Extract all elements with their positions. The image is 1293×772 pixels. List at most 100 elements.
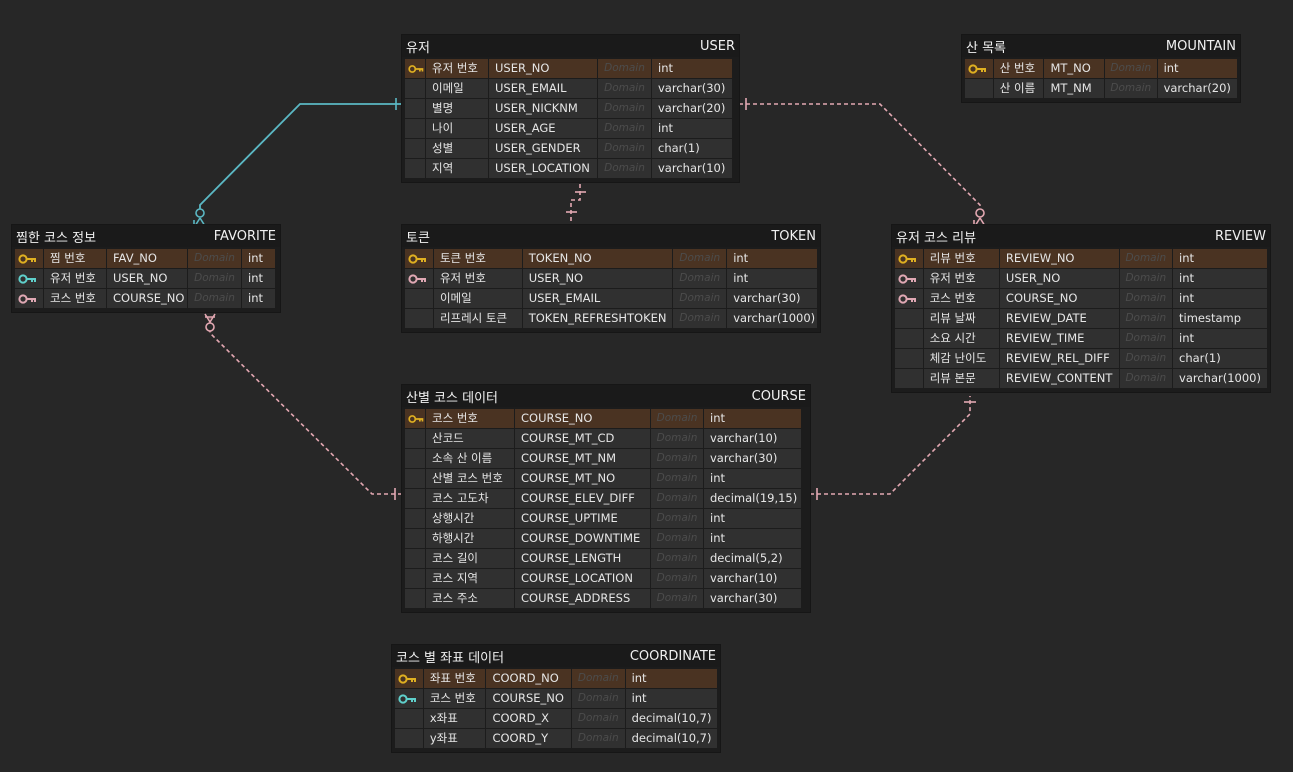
column-type: int: [625, 669, 717, 688]
attribute-name-kr: 소요 시간: [923, 329, 999, 348]
attribute-name-kr: 유저 번호: [44, 269, 106, 288]
column-name: USER_LOCATION: [489, 159, 597, 178]
column-name: COURSE_LENGTH: [515, 549, 650, 568]
attribute-row[interactable]: 리프레시 토큰 TOKEN_REFRESHTOKEN Domain varchar(1…: [405, 309, 817, 328]
relationship-course-review[interactable]: [810, 396, 971, 495]
entity-header[interactable]: 산별 코스 데이터 COURSE: [402, 385, 810, 407]
attribute-row[interactable]: 토큰 번호 TOKEN_NO Domain int: [405, 249, 817, 268]
entity-token[interactable]: 토큰 TOKEN 토큰 번호 TOKEN_NO Domain int 유저 번호 USER_N…: [402, 225, 820, 332]
foreign-key-icon: [895, 269, 923, 288]
relationship-user-token[interactable]: [570, 184, 581, 226]
entity-course[interactable]: 산별 코스 데이터 COURSE 코스 번호 COURSE_NO Domain int 산코…: [402, 385, 810, 612]
primary-foreign-key-icon: [15, 269, 43, 288]
entity-header[interactable]: 산 목록 MOUNTAIN: [962, 35, 1240, 57]
attribute-row[interactable]: 리뷰 본문 REVIEW_CONTENT Domain varchar(1000): [895, 369, 1267, 388]
attribute-row[interactable]: 상행시간 COURSE_UPTIME Domain int: [405, 509, 807, 528]
entity-title-en: COORDINATE: [629, 648, 716, 664]
column-name: USER_NO: [107, 269, 187, 288]
attribute-row[interactable]: 유저 번호 USER_NO Domain int: [405, 59, 736, 78]
attribute-row[interactable]: 소요 시간 REVIEW_TIME Domain int: [895, 329, 1267, 348]
key-slot: [965, 79, 993, 98]
relationship-user-review[interactable]: [739, 103, 981, 212]
attribute-row[interactable]: 리뷰 날짜 REVIEW_DATE Domain timestamp: [895, 309, 1267, 328]
key-slot: [405, 529, 425, 548]
attribute-row[interactable]: 나이 USER_AGE Domain int: [405, 119, 736, 138]
entity-header[interactable]: 토큰 TOKEN: [402, 225, 820, 247]
domain-placeholder: Domain: [1119, 369, 1173, 388]
attribute-name-kr: 상행시간: [426, 509, 514, 528]
attribute-row[interactable]: 체감 난이도 REVIEW_REL_DIFF Domain char(1): [895, 349, 1267, 368]
cardinality-zero-mark: [205, 322, 215, 332]
domain-placeholder: Domain: [598, 79, 651, 98]
column-name: USER_NICKNM: [489, 99, 597, 118]
attribute-name-kr: 리뷰 본문: [923, 369, 999, 388]
relationship-course-favorite[interactable]: [209, 318, 402, 495]
domain-placeholder: Domain: [673, 249, 727, 268]
column-name: USER_EMAIL: [522, 289, 673, 308]
column-type: int: [1173, 289, 1267, 308]
entity-header[interactable]: 코스 별 좌표 데이터 COORDINATE: [392, 645, 720, 667]
attribute-row[interactable]: 성별 USER_GENDER Domain char(1): [405, 139, 736, 158]
attribute-row[interactable]: 별명 USER_NICKNM Domain varchar(20): [405, 99, 736, 118]
entity-coordinate[interactable]: 코스 별 좌표 데이터 COORDINATE 좌표 번호 COORD_NO Domain…: [392, 645, 720, 752]
attribute-row[interactable]: 산 이름 MT_NM Domain varchar(20): [965, 79, 1237, 98]
domain-placeholder: Domain: [651, 409, 703, 428]
attribute-row[interactable]: 코스 길이 COURSE_LENGTH Domain decimal(5,2): [405, 549, 807, 568]
attribute-row[interactable]: 산별 코스 번호 COURSE_MT_NO Domain int: [405, 469, 807, 488]
entity-header[interactable]: 찜한 코스 정보 FAVORITE: [12, 225, 280, 247]
entity-title-en: MOUNTAIN: [1165, 38, 1236, 54]
attribute-name-kr: 좌표 번호: [423, 669, 486, 688]
attribute-row[interactable]: 소속 산 이름 COURSE_MT_NM Domain varchar(30): [405, 449, 807, 468]
attribute-row[interactable]: 코스 번호 COURSE_NO Domain int: [395, 689, 717, 708]
key-slot: [895, 309, 923, 328]
attribute-name-kr: 토큰 번호: [433, 249, 522, 268]
attribute-row[interactable]: 찜 번호 FAV_NO Domain int: [15, 249, 277, 268]
entity-title-kr: 찜한 코스 정보: [16, 230, 97, 246]
attribute-row[interactable]: 코스 고도차 COURSE_ELEV_DIFF Domain decimal(19,1…: [405, 489, 807, 508]
attribute-name-kr: 코스 길이: [426, 549, 514, 568]
attribute-row[interactable]: 지역 USER_LOCATION Domain varchar(10): [405, 159, 736, 178]
domain-placeholder: Domain: [571, 709, 625, 728]
attribute-row[interactable]: x좌표 COORD_X Domain decimal(10,7): [395, 709, 717, 728]
domain-placeholder: Domain: [1119, 329, 1173, 348]
attribute-name-kr: 소속 산 이름: [426, 449, 514, 468]
key-slot: [405, 139, 425, 158]
attribute-row[interactable]: 산코드 COURSE_MT_CD Domain varchar(10): [405, 429, 807, 448]
attribute-name-kr: y좌표: [423, 729, 486, 748]
column-type: decimal(10,7): [625, 709, 717, 728]
entity-mountain[interactable]: 산 목록 MOUNTAIN 산 번호 MT_NO Domain int 산 이름 MT_NM D…: [962, 35, 1240, 102]
attribute-row[interactable]: 이메일 USER_EMAIL Domain varchar(30): [405, 289, 817, 308]
attribute-row[interactable]: 유저 번호 USER_NO Domain int: [405, 269, 817, 288]
column-name: TOKEN_REFRESHTOKEN: [522, 309, 673, 328]
relationship-user-favorite[interactable]: [199, 103, 402, 212]
key-slot: [405, 79, 425, 98]
attribute-row[interactable]: 코스 지역 COURSE_LOCATION Domain varchar(10): [405, 569, 807, 588]
attribute-row[interactable]: 리뷰 번호 REVIEW_NO Domain int: [895, 249, 1267, 268]
primary-key-icon: [405, 409, 425, 428]
entity-user[interactable]: 유저 USER 유저 번호 USER_NO Domain int 이메일 USER_EMAIL…: [402, 35, 739, 182]
column-type: varchar(1000): [727, 309, 817, 328]
attribute-row[interactable]: 유저 번호 USER_NO Domain int: [895, 269, 1267, 288]
attribute-name-kr: 코스 번호: [426, 409, 514, 428]
attribute-row[interactable]: 코스 주소 COURSE_ADDRESS Domain varchar(30): [405, 589, 807, 608]
foreign-key-icon: [15, 289, 43, 308]
column-type: int: [242, 289, 275, 308]
key-slot: [895, 369, 923, 388]
column-name: REVIEW_NO: [999, 249, 1119, 268]
attribute-row[interactable]: 유저 번호 USER_NO Domain int: [15, 269, 277, 288]
attribute-row[interactable]: 이메일 USER_EMAIL Domain varchar(30): [405, 79, 736, 98]
column-type: varchar(30): [652, 79, 732, 98]
attribute-row[interactable]: 코스 번호 COURSE_NO Domain int: [15, 289, 277, 308]
attribute-row[interactable]: 좌표 번호 COORD_NO Domain int: [395, 669, 717, 688]
attribute-row[interactable]: 코스 번호 COURSE_NO Domain int: [405, 409, 807, 428]
attribute-row[interactable]: y좌표 COORD_Y Domain decimal(10,7): [395, 729, 717, 748]
column-name: COURSE_ELEV_DIFF: [515, 489, 650, 508]
attribute-row[interactable]: 코스 번호 COURSE_NO Domain int: [895, 289, 1267, 308]
entity-favorite[interactable]: 찜한 코스 정보 FAVORITE 찜 번호 FAV_NO Domain int 유저 번호…: [12, 225, 280, 312]
entity-header[interactable]: 유저 USER: [402, 35, 739, 57]
key-slot: [405, 119, 425, 138]
attribute-row[interactable]: 산 번호 MT_NO Domain int: [965, 59, 1237, 78]
entity-review[interactable]: 유저 코스 리뷰 REVIEW 리뷰 번호 REVIEW_NO Domain int 유저 …: [892, 225, 1270, 392]
entity-header[interactable]: 유저 코스 리뷰 REVIEW: [892, 225, 1270, 247]
attribute-row[interactable]: 하행시간 COURSE_DOWNTIME Domain int: [405, 529, 807, 548]
